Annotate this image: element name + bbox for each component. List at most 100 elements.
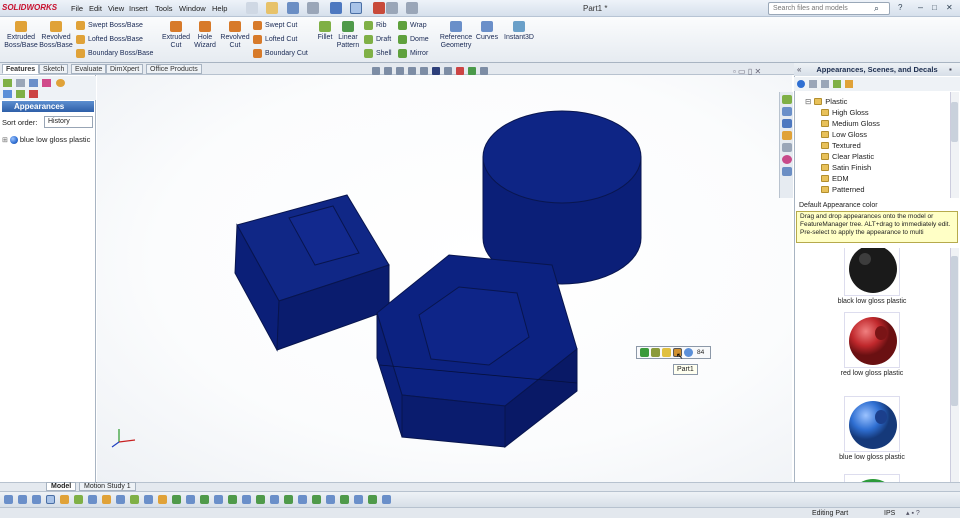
menu-edit[interactable]: Edit [89,4,102,13]
forward-icon[interactable] [821,80,829,88]
undo-icon[interactable] [330,2,342,14]
instant3d-button[interactable]: Instant3D [503,21,535,42]
tool-select-icon[interactable] [46,495,55,504]
search-input[interactable]: Search files and models [768,2,890,15]
boundary-cut-button[interactable]: Boundary Cut [253,49,308,58]
appearance-tree-item[interactable]: ⊞ blue low gloss plastic [2,135,90,144]
tool-icon-9[interactable] [116,495,125,504]
tool-icon-21[interactable] [284,495,293,504]
swept-cut-button[interactable]: Swept Cut [253,21,308,30]
tool-icon-3[interactable] [32,495,41,504]
design-library-tab-icon[interactable] [782,107,792,116]
wrap-button[interactable]: Wrap [398,21,429,30]
tool-icon-19[interactable] [256,495,265,504]
dimxpert-icon[interactable] [42,79,51,87]
tool-icon-24[interactable] [326,495,335,504]
help-icon[interactable]: ? [898,3,902,12]
tool-icon-16[interactable] [214,495,223,504]
search-icon[interactable]: ⌕ [874,3,879,14]
tool-icon-22[interactable] [298,495,307,504]
view-settings-icon[interactable] [480,67,488,75]
menu-help[interactable]: Help [212,4,227,13]
view-orientation-icon[interactable] [420,67,428,75]
section-view-icon[interactable] [408,67,416,75]
previous-view-icon[interactable] [396,67,404,75]
extruded-boss-button[interactable]: Extruded Boss/Base [4,21,38,50]
lofted-cut-button[interactable]: Lofted Cut [253,35,308,44]
tree-item-textured[interactable]: Textured [805,140,947,151]
tree-item-medium-gloss[interactable]: Medium Gloss [805,118,947,129]
appearance-feature-icon[interactable] [651,348,660,357]
appearance-color-icon[interactable] [684,348,693,357]
tool-icon-26[interactable] [354,495,363,504]
collapse-pane-icon[interactable]: « [797,65,801,74]
appearance-face-icon[interactable] [640,348,649,357]
tool-icon-14[interactable] [186,495,195,504]
new-file-icon[interactable] [246,2,258,14]
status-icons[interactable]: ▴ ▪ ? [906,509,920,517]
configuration-icon[interactable] [29,79,38,87]
close-icon[interactable]: ✕ [946,3,953,12]
minimize-icon[interactable]: – [918,2,923,12]
rib-button[interactable]: Rib [364,21,392,30]
display-style-icon[interactable] [432,67,440,75]
tool-icon-20[interactable] [270,495,279,504]
tool-icon-27[interactable] [368,495,377,504]
tree-item-low-gloss[interactable]: Low Gloss [805,129,947,140]
custom-properties-tab-icon[interactable] [782,167,792,176]
hole-wizard-button[interactable]: Hole Wizard [190,21,220,50]
open-file-icon[interactable] [266,2,278,14]
file-properties-icon[interactable] [386,2,398,14]
appearances-tab-side-icon[interactable] [782,155,792,164]
search-tab-icon[interactable] [782,131,792,140]
collapse-icon[interactable]: ⊟ [805,97,811,106]
tool-icon-2[interactable] [18,495,27,504]
tab-motion-study[interactable]: Motion Study 1 [79,482,136,491]
tree-scroll-thumb[interactable] [951,102,958,142]
tab-office-products[interactable]: Office Products [146,64,202,74]
tree-item-patterned[interactable]: Patterned [805,184,947,195]
propertymanager-icon[interactable] [16,79,25,87]
zoom-area-icon[interactable] [384,67,392,75]
appearances-icon[interactable] [3,90,12,98]
linear-pattern-button[interactable]: Linear Pattern [335,21,361,50]
tool-icon-1[interactable] [4,495,13,504]
decals-icon[interactable] [16,90,25,98]
swatch-green-partial[interactable] [796,474,948,482]
swept-boss-button[interactable]: Swept Boss/Base [76,21,153,30]
tab-sketch[interactable]: Sketch [39,64,69,74]
lofted-boss-button[interactable]: Lofted Boss/Base [76,35,153,44]
tool-icon-6[interactable] [74,495,83,504]
print-icon[interactable] [307,2,319,14]
rebuild-icon[interactable] [373,2,385,14]
tree-scrollbar[interactable] [950,92,959,198]
edit-appearance-icon[interactable] [456,67,464,75]
apply-scene-icon[interactable] [468,67,476,75]
options-icon[interactable] [406,2,418,14]
scene-icon[interactable] [29,90,38,98]
tool-icon-11[interactable] [144,495,153,504]
appearances-tab-icon[interactable] [797,80,805,88]
maximize-icon[interactable]: □ [932,3,937,12]
tool-icon-10[interactable] [130,495,139,504]
tree-item-clear-plastic[interactable]: Clear Plastic [805,151,947,162]
tool-icon-15[interactable] [200,495,209,504]
revolved-cut-button[interactable]: Revolved Cut [218,21,252,50]
dome-button[interactable]: Dome [398,35,429,44]
swatch-red-low-gloss[interactable]: red low gloss plastic [796,312,948,377]
menu-insert[interactable]: Insert [129,4,148,13]
hide-show-icon[interactable] [444,67,452,75]
sort-order-select[interactable]: History [44,116,93,128]
expand-icon[interactable]: ⊞ [2,136,8,144]
resources-tab-icon[interactable] [782,95,792,104]
save-icon[interactable] [287,2,299,14]
menu-file[interactable]: File [71,4,83,13]
menu-view[interactable]: View [108,4,124,13]
tool-icon-17[interactable] [228,495,237,504]
status-units[interactable]: IPS [884,510,895,517]
reference-geometry-button[interactable]: Reference Geometry [438,21,474,50]
file-explorer-tab-icon[interactable] [782,119,792,128]
tree-root-plastic[interactable]: ⊟ Plastic [805,96,947,107]
tab-features[interactable]: Features [2,64,40,74]
tool-icon-5[interactable] [60,495,69,504]
